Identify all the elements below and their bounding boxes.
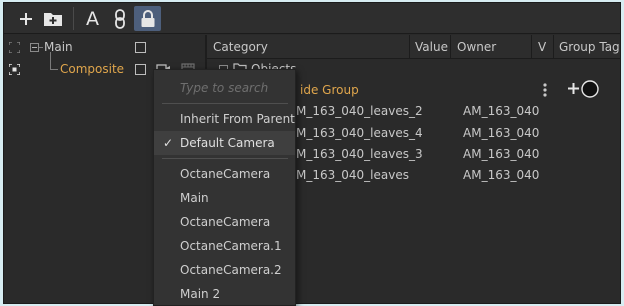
camera-dropdown-menu: Type to search Inherit From Parent ✓ Def…	[153, 69, 296, 306]
expand-icon[interactable]	[9, 64, 20, 75]
collapse-icon[interactable]	[30, 43, 39, 52]
table-row-category[interactable]: M_163_040_leaves_3	[296, 147, 423, 161]
toolbar: A	[4, 3, 620, 34]
tree-connector	[39, 47, 43, 48]
visibility-checkbox[interactable]	[135, 64, 146, 75]
toolbar-separator	[73, 7, 74, 30]
table-row-category[interactable]: M_163_040_leaves_2	[296, 104, 423, 118]
column-owner[interactable]: Owner	[457, 40, 496, 54]
table-row-category[interactable]: M_163_040_leaves	[296, 168, 409, 182]
more-options-icon[interactable]	[543, 83, 547, 97]
table-row-owner: AM_163_040	[463, 126, 540, 140]
add-folder-icon[interactable]	[40, 6, 65, 31]
dropdown-item-default-camera[interactable]: ✓ Default Camera	[154, 131, 295, 155]
dropdown-item-inherit[interactable]: Inherit From Parent	[154, 107, 295, 131]
dropdown-item-camera[interactable]: OctaneCamera	[154, 162, 295, 186]
dropdown-item-camera[interactable]: OctaneCamera.1	[154, 234, 295, 258]
add-tag-icon[interactable]	[568, 83, 579, 94]
table-row-owner: AM_163_040	[463, 104, 540, 118]
table-row-category[interactable]: M_163_040_leaves_4	[296, 126, 423, 140]
group-row-label[interactable]: ide Group	[300, 83, 359, 97]
layer-manager-window: A Main Composite Category Value Owner V …	[3, 2, 621, 304]
dropdown-item-camera[interactable]: OctaneCamera.2	[154, 258, 295, 282]
group-tag-swatch-icon[interactable]	[581, 80, 599, 98]
add-icon[interactable]	[13, 6, 38, 31]
expand-icon[interactable]	[9, 42, 20, 53]
dropdown-search-input[interactable]: Type to search	[154, 76, 295, 100]
dropdown-item-camera[interactable]: Main	[154, 186, 295, 210]
dropdown-item-camera[interactable]: Main 2	[154, 282, 295, 306]
dropdown-separator	[162, 158, 288, 159]
table-row-owner: AM_163_040	[463, 147, 540, 161]
column-separator[interactable]	[450, 35, 451, 59]
column-value[interactable]: Value	[415, 40, 448, 54]
column-header: Category Value Owner V Group Tag	[207, 35, 620, 59]
checkmark-icon: ✓	[163, 136, 174, 150]
dropdown-separator	[162, 103, 288, 104]
text-icon-label: A	[86, 7, 99, 30]
lock-icon[interactable]	[134, 6, 161, 31]
dropdown-item-camera[interactable]: OctaneCamera	[154, 210, 295, 234]
visibility-checkbox[interactable]	[135, 42, 146, 53]
column-v[interactable]: V	[538, 40, 546, 54]
dropdown-item-label: Default Camera	[180, 136, 275, 150]
column-group-tag[interactable]: Group Tag	[559, 40, 620, 54]
tree-connector	[50, 52, 51, 69]
tree-connector	[50, 69, 58, 70]
link-icon[interactable]	[107, 6, 132, 31]
tree-item-composite[interactable]: Composite	[60, 62, 124, 76]
column-separator[interactable]	[553, 35, 554, 59]
text-icon[interactable]: A	[80, 6, 105, 31]
column-separator[interactable]	[409, 35, 410, 59]
tree-item-main[interactable]: Main	[44, 40, 73, 54]
column-separator[interactable]	[531, 35, 532, 59]
column-category[interactable]: Category	[213, 40, 268, 54]
table-row-owner: AM_163_040	[463, 168, 540, 182]
